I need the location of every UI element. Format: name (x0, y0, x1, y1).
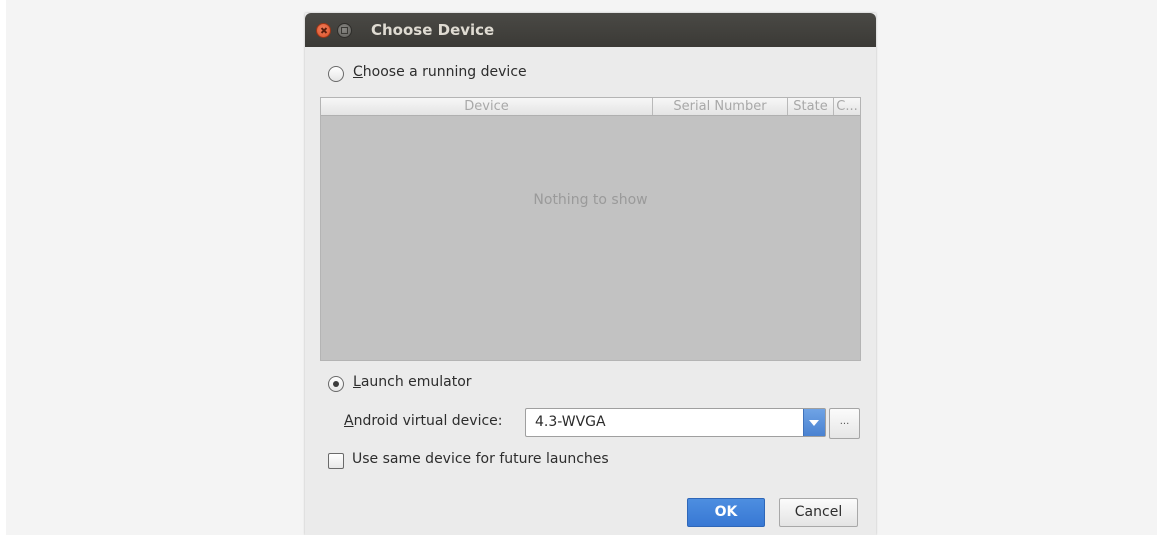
page-background-left (0, 0, 6, 535)
future-launches-label[interactable]: Use same device for future launches (352, 451, 609, 467)
column-header-state[interactable]: State (787, 98, 833, 115)
choose-device-dialog: Choose Device Choose a running device De… (305, 13, 876, 535)
future-launches-checkbox[interactable] (328, 453, 344, 469)
avd-more-button[interactable]: ... (829, 408, 860, 439)
column-header-device[interactable]: Device (321, 98, 652, 115)
device-table-header: Device Serial Number State C... (321, 98, 860, 116)
avd-label: Android virtual device: (344, 413, 503, 429)
launch-emulator-radio[interactable] (328, 376, 344, 392)
column-header-compatible[interactable]: C... (833, 98, 860, 115)
running-device-radio[interactable] (328, 66, 344, 82)
cancel-button[interactable]: Cancel (779, 498, 858, 527)
empty-table-message: Nothing to show (533, 192, 648, 208)
page-background-right (1157, 0, 1165, 535)
avd-selected-value: 4.3-WVGA (535, 414, 606, 430)
window-titlebar[interactable]: Choose Device (305, 13, 876, 47)
close-window-icon[interactable] (316, 23, 331, 38)
ok-button[interactable]: OK (687, 498, 765, 527)
launch-emulator-label[interactable]: Launch emulator (353, 374, 472, 390)
window-title: Choose Device (371, 21, 495, 39)
avd-dropdown[interactable]: 4.3-WVGA (525, 408, 826, 437)
device-table[interactable]: Device Serial Number State C... Nothing … (320, 97, 861, 361)
minimize-window-icon[interactable] (337, 23, 352, 38)
chevron-down-icon[interactable] (803, 409, 825, 436)
running-device-label[interactable]: Choose a running device (353, 64, 527, 80)
column-header-serial-number[interactable]: Serial Number (652, 98, 787, 115)
